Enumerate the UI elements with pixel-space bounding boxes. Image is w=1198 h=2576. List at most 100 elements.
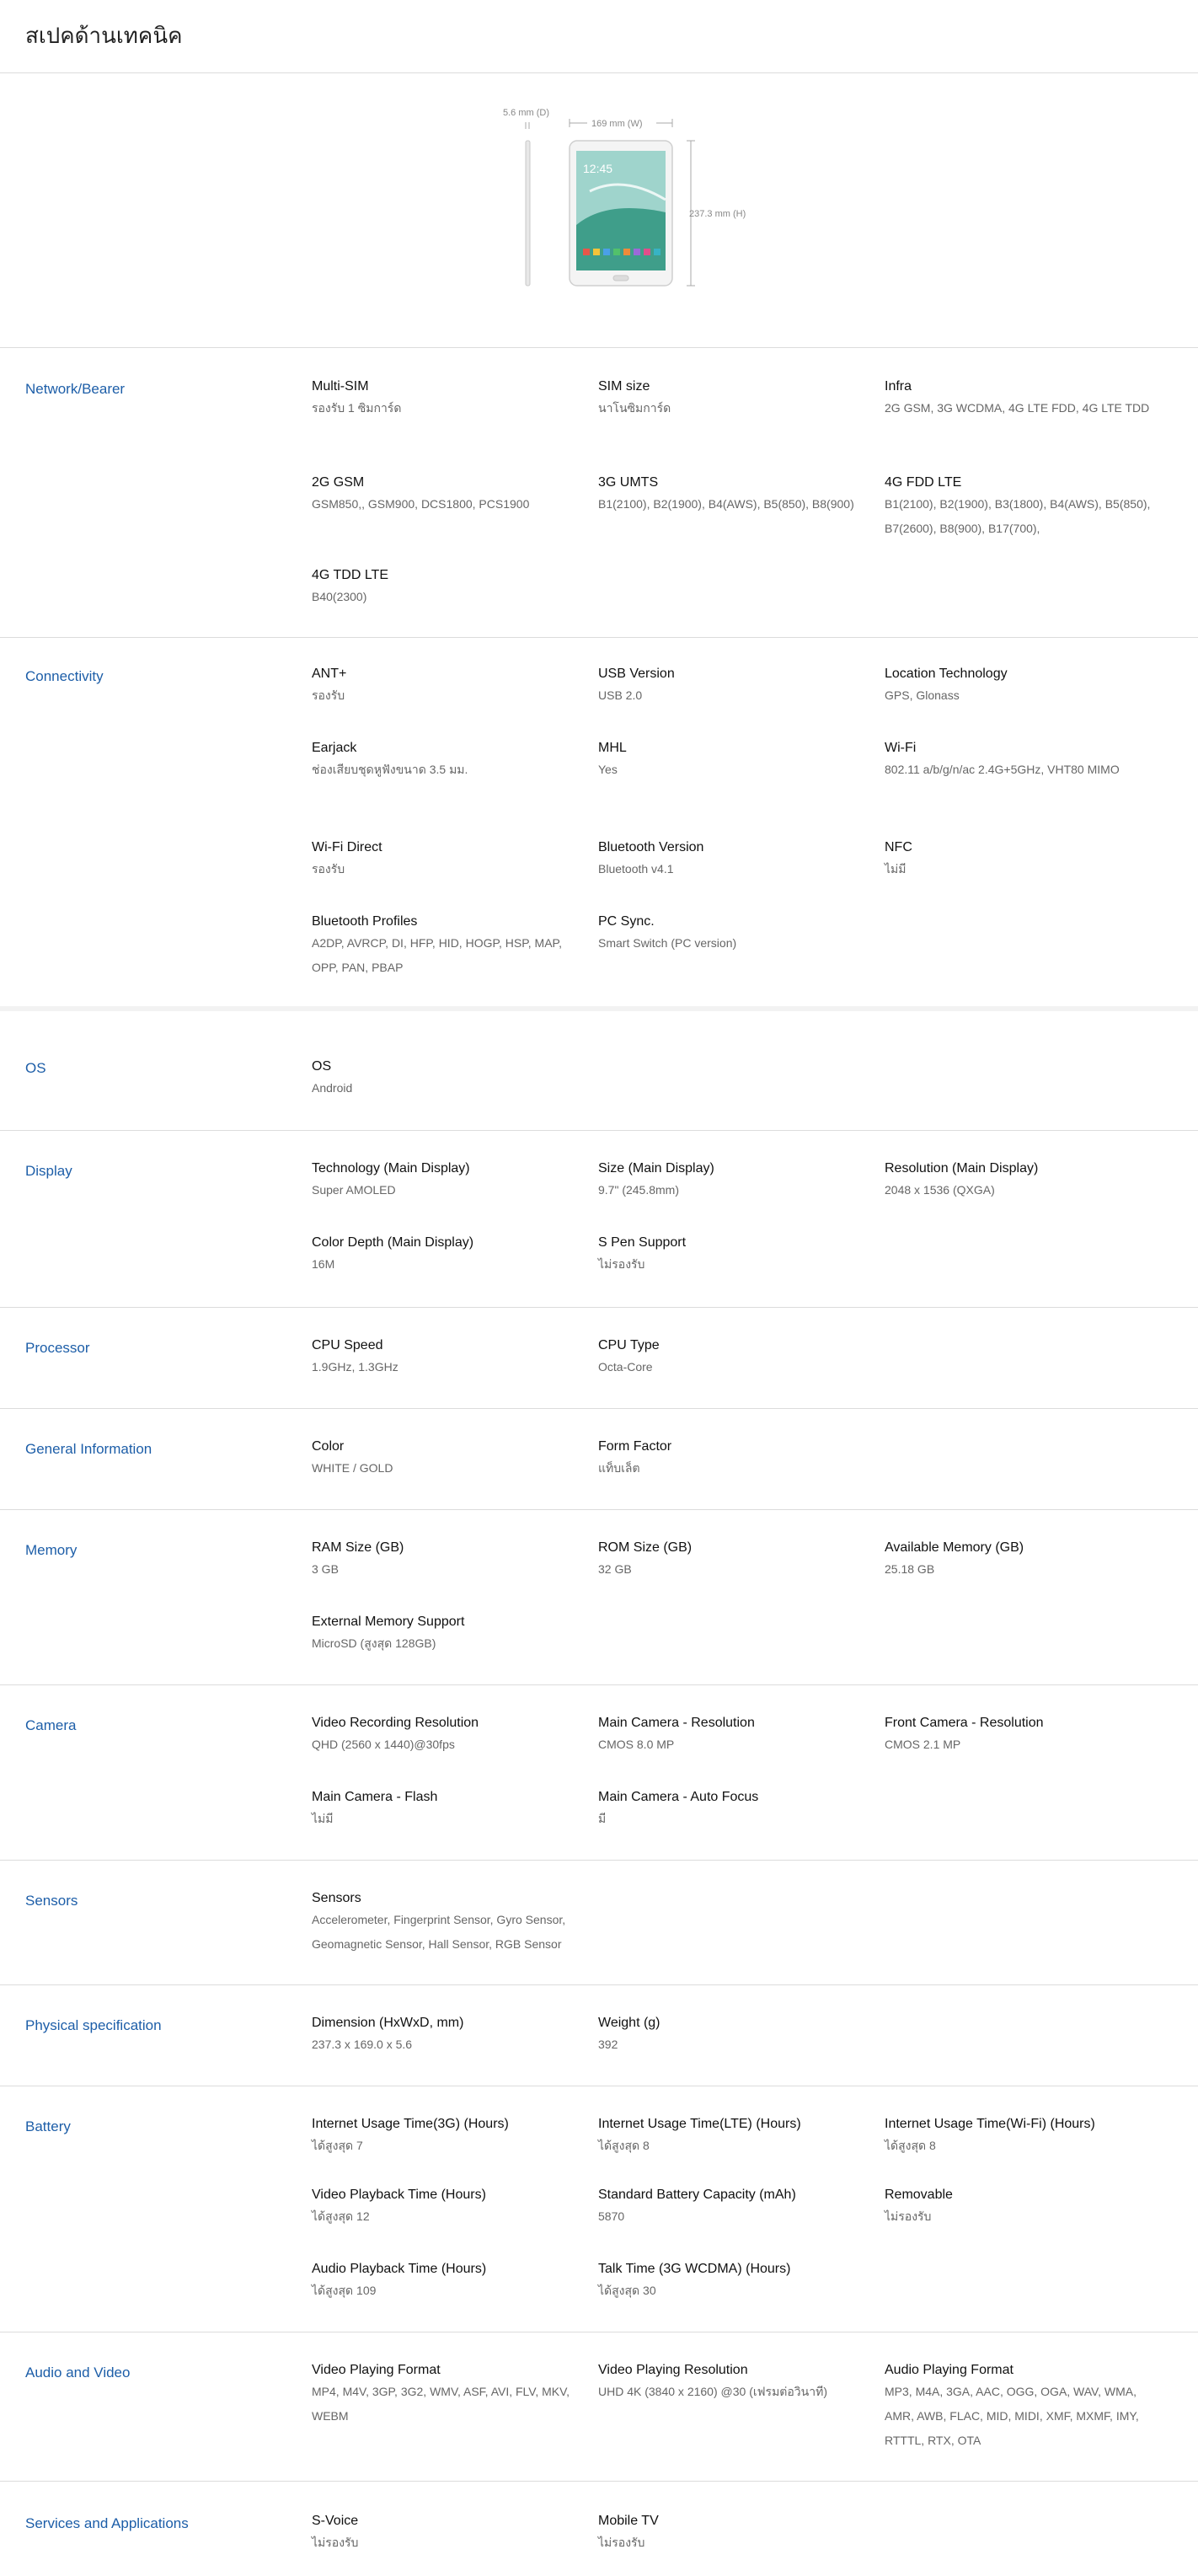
spec-sim-size: SIM size นาโนซิมการ์ด [598,378,876,420]
spec-value: ได้สูงสุด 109 [312,2284,377,2297]
section-title: Battery [25,2118,71,2134]
spec-value: 802.11 a/b/g/n/ac 2.4G+5GHz, VHT80 MIMO [885,763,1120,776]
spec-label: S-Voice [312,2514,359,2528]
spec-label: MHL [598,741,627,755]
spec-value: นาโนซิมการ์ด [598,401,671,415]
spec-main-camera-auto-focus: Main Camera - Auto Focus มี [598,1788,876,1831]
spec-section-os: OS OS Android [0,1011,1198,1131]
section-title: Camera [25,1717,77,1733]
spec-cpu-speed: CPU Speed 1.9GHz, 1.3GHz [312,1336,590,1379]
spec-label: Form Factor [598,1439,672,1454]
spec-section-services: Services and Applications S-Voice ไม่รองร… [0,2482,1198,2576]
spec-label: Weight (g) [598,2016,661,2030]
spec-label: Bluetooth Profiles [312,914,418,929]
spec-label: Color [312,1439,345,1454]
spec-label: SIM size [598,379,650,394]
spec-label: 4G FDD LTE [885,475,962,490]
spec-label: RAM Size (GB) [312,1540,404,1555]
spec-section-physical: Physical specification Dimension (HxWxD,… [0,1985,1198,2086]
spec-label: Sensors [312,1891,361,1905]
spec-value: Yes [598,763,618,776]
spec-label: Main Camera - Auto Focus [598,1790,759,1804]
spec-ant-plus: ANT+ รองรับ [312,665,590,708]
spec-display-size: Size (Main Display) 9.7" (245.8mm) [598,1159,876,1202]
spec-location-technology: Location Technology GPS, Glonass [885,665,1163,708]
spec-section-network: Network/Bearer Multi-SIM รองรับ 1 ซิมการ์… [0,347,1198,638]
spec-label: Video Recording Resolution [312,1716,479,1730]
spec-main-camera-flash: Main Camera - Flash ไม่มี [312,1788,590,1831]
spec-value: ได้สูงสุด 30 [598,2284,656,2297]
spec-value: ได้สูงสุด 12 [312,2209,370,2223]
spec-label: 2G GSM [312,475,365,490]
spec-label: Talk Time (3G WCDMA) (Hours) [598,2262,791,2276]
spec-section-camera: Camera Video Recording Resolution QHD (25… [0,1685,1198,1861]
spec-color-depth: Color Depth (Main Display) 16M [312,1234,590,1277]
section-title: Services and Applications [25,2515,189,2531]
spec-value: 25.18 GB [885,1562,935,1576]
spec-removable: Removable ไม่รองรับ [885,2186,1163,2229]
spec-battery-capacity: Standard Battery Capacity (mAh) 5870 [598,2186,876,2229]
spec-external-memory: External Memory Support MicroSD (สูงสุด 1… [312,1613,590,1656]
spec-video-playback-time: Video Playback Time (Hours) ได้สูงสุด 12 [312,2186,590,2229]
section-title: Processor [25,1340,90,1356]
section-title: Physical specification [25,2017,162,2033]
spec-value: มี [598,1812,607,1825]
spec-display-resolution: Resolution (Main Display) 2048 x 1536 (QX… [885,1159,1163,1202]
device-image-area: 5.6 mm (D) 169 mm (W) 12:45 237.3 mm (H) [0,73,1198,348]
width-label: 169 mm (W) [591,119,643,129]
spec-value: ช่องเสียบชุดหูฟังขนาด 3.5 มม. [312,763,468,776]
spec-4g-tdd-lte: 4G TDD LTE B40(2300) [312,566,590,609]
spec-cpu-type: CPU Type Octa-Core [598,1336,876,1379]
spec-value: Android [312,1081,353,1095]
spec-2g-gsm: 2G GSM GSM850,, GSM900, DCS1800, PCS1900 [312,474,590,517]
spec-label: Main Camera - Resolution [598,1716,755,1730]
spec-value: B1(2100), B2(1900), B4(AWS), B5(850), B8… [598,497,854,511]
spec-label: PC Sync. [598,914,655,929]
spec-value: QHD (2560 x 1440)@30fps [312,1738,455,1751]
spec-label: Internet Usage Time(3G) (Hours) [312,2117,509,2131]
section-title: Sensors [25,1893,78,1909]
spec-value: 392 [598,2038,618,2051]
spec-value: ไม่มี [885,862,907,876]
device-front: 12:45 [569,140,673,287]
spec-label: Location Technology [885,667,1008,681]
section-title: Display [25,1163,72,1179]
spec-label: Size (Main Display) [598,1161,714,1176]
spec-video-playing-format: Video Playing Format MP4, M4V, 3GP, 3G2, … [312,2361,590,2429]
spec-ram-size: RAM Size (GB) 3 GB [312,1539,590,1582]
spec-label: Main Camera - Flash [312,1790,438,1804]
spec-value: ได้สูงสุด 7 [312,2139,363,2152]
spec-value: 9.7" (245.8mm) [598,1183,680,1197]
spec-value: WHITE / GOLD [312,1461,393,1475]
page-header: สเปคด้านเทคนิค [0,0,1198,73]
spec-os: OS Android [312,1058,590,1101]
spec-weight: Weight (g) 392 [598,2014,876,2057]
spec-label: Front Camera - Resolution [885,1716,1044,1730]
device-side-profile [525,140,531,287]
spec-label: Wi-Fi [885,741,917,755]
spec-label: Color Depth (Main Display) [312,1235,474,1250]
spec-label: Mobile TV [598,2514,659,2528]
spec-wifi-direct: Wi-Fi Direct รองรับ [312,838,590,881]
spec-value: MicroSD (สูงสุด 128GB) [312,1636,436,1650]
spec-value: ได้สูงสุด 8 [885,2139,936,2152]
spec-earjack: Earjack ช่องเสียบชุดหูฟังขนาด 3.5 มม. [312,739,590,782]
spec-value: UHD 4K (3840 x 2160) @30 (เฟรมต่อวินาที) [598,2385,827,2398]
spec-value: A2DP, AVRCP, DI, HFP, HID, HOGP, HSP, MA… [312,936,562,974]
spec-value: CMOS 8.0 MP [598,1738,675,1751]
spec-label: CPU Type [598,1338,660,1352]
spec-label: ROM Size (GB) [598,1540,693,1555]
spec-value: B1(2100), B2(1900), B3(1800), B4(AWS), B… [885,497,1151,535]
spec-internet-wifi: Internet Usage Time(Wi-Fi) (Hours) ได้สูง… [885,2115,1163,2158]
spec-label: Available Memory (GB) [885,1540,1024,1555]
spec-section-audio-video: Audio and Video Video Playing Format MP4,… [0,2332,1198,2482]
spec-bluetooth-profiles: Bluetooth Profiles A2DP, AVRCP, DI, HFP, … [312,913,590,980]
spec-label: S Pen Support [598,1235,687,1250]
device-dimension-diagram: 5.6 mm (D) 169 mm (W) 12:45 237.3 mm (H) [503,108,746,287]
depth-label: 5.6 mm (D) [503,108,549,118]
spec-value: ไม่รองรับ [885,2209,932,2223]
spec-4g-fdd-lte: 4G FDD LTE B1(2100), B2(1900), B3(1800), … [885,474,1163,541]
spec-value: 237.3 x 169.0 x 5.6 [312,2038,413,2051]
spec-label: Earjack [312,741,357,755]
spec-value: ไม่รองรับ [598,1257,645,1271]
